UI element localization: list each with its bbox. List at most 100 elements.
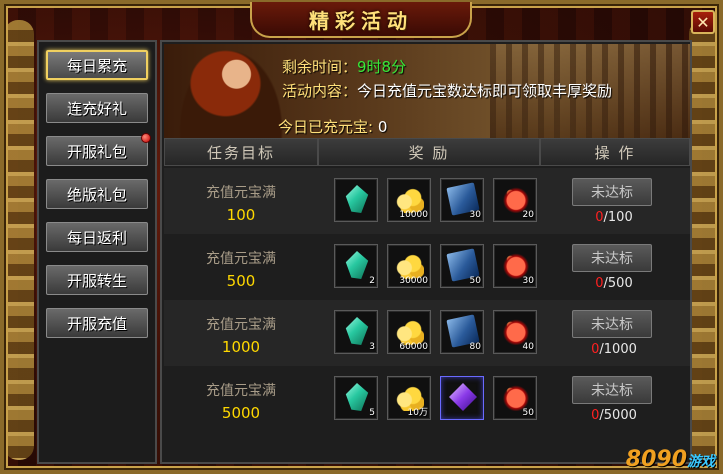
reward-item[interactable]: 5 bbox=[334, 376, 378, 420]
item-qty: 20 bbox=[522, 210, 534, 220]
sidebar-item-consecutive-recharge[interactable]: 连充好礼 bbox=[46, 93, 148, 123]
crystal-icon bbox=[345, 383, 369, 411]
recharge-progress: 0/1000 bbox=[554, 342, 674, 357]
activity-content-label: 活动内容： bbox=[282, 82, 358, 100]
reward-item[interactable]: 50 bbox=[493, 376, 537, 420]
ruby-icon bbox=[502, 251, 530, 279]
reward-item[interactable]: 20 bbox=[493, 178, 537, 222]
sidebar-item-daily-recharge[interactable]: 每日累充 bbox=[46, 50, 148, 80]
reward-item[interactable]: 2 bbox=[334, 244, 378, 288]
remaining-time-label: 剩余时间： bbox=[282, 58, 358, 76]
reward-item[interactable] bbox=[440, 376, 484, 420]
purple-gem-icon bbox=[449, 383, 477, 411]
condition-amount: 1000 bbox=[221, 338, 261, 356]
condition-amount: 500 bbox=[226, 272, 256, 290]
sidebar-item-label: 开服转生 bbox=[66, 271, 127, 290]
reward-item[interactable]: 10000 bbox=[387, 178, 431, 222]
condition-label: 充值元宝满 bbox=[206, 251, 276, 267]
sidebar-item-label: 开服充值 bbox=[66, 314, 127, 333]
window-title-bar: 精彩活动 bbox=[250, 2, 472, 38]
item-qty: 2 bbox=[369, 276, 375, 286]
claim-button[interactable]: 未达标 bbox=[572, 244, 652, 272]
progress-goal: /1000 bbox=[599, 342, 637, 357]
ruby-icon bbox=[502, 185, 530, 213]
sidebar-item-server-rebirth[interactable]: 开服转生 bbox=[46, 265, 148, 295]
progress-goal: /500 bbox=[603, 276, 633, 291]
item-qty: 10万 bbox=[407, 408, 428, 418]
progress-goal: /5000 bbox=[599, 408, 637, 423]
reward-item[interactable]: 30 bbox=[493, 244, 537, 288]
remaining-time-value: 9时8分 bbox=[357, 58, 407, 76]
claim-button[interactable]: 未达标 bbox=[572, 178, 652, 206]
activity-sidebar: 每日累充 连充好礼 开服礼包 绝版礼包 每日返利 开服转生 开服充值 bbox=[37, 40, 157, 464]
sidebar-item-label: 绝版礼包 bbox=[66, 185, 127, 204]
recharge-progress: 0/5000 bbox=[554, 408, 674, 423]
sidebar-item-label: 开服礼包 bbox=[66, 142, 127, 161]
item-qty: 50 bbox=[522, 408, 534, 418]
gold-icon bbox=[396, 317, 424, 345]
progress-current: 0 bbox=[595, 210, 604, 225]
crystal-icon bbox=[345, 317, 369, 345]
today-recharge-line: 今日已充元宝: 0 bbox=[278, 116, 387, 137]
activity-panel: 剩余时间：9时8分 活动内容：今日充值元宝数达标即可领取丰厚奖励 今日已充元宝:… bbox=[160, 40, 692, 464]
reward-item[interactable]: 3 bbox=[334, 310, 378, 354]
recharge-progress: 0/100 bbox=[554, 210, 674, 225]
claim-button[interactable]: 未达标 bbox=[572, 310, 652, 338]
reward-item[interactable]: 30 bbox=[440, 178, 484, 222]
reward-item[interactable]: 60000 bbox=[387, 310, 431, 354]
recharge-progress: 0/500 bbox=[554, 276, 674, 291]
reward-item[interactable]: 40 bbox=[493, 310, 537, 354]
crystal-icon bbox=[345, 185, 369, 213]
header-reward: 奖 励 bbox=[318, 138, 540, 166]
item-qty: 80 bbox=[469, 342, 481, 352]
header-target: 任务目标 bbox=[164, 138, 318, 166]
item-qty: 10000 bbox=[399, 210, 428, 220]
table-row: 充值元宝满 100 10000 30 20 未达标 0/100 bbox=[164, 168, 690, 234]
condition-amount: 100 bbox=[226, 206, 256, 224]
table-row: 充值元宝满 5000 5 10万 50 未达标 0/5000 bbox=[164, 366, 690, 432]
site-watermark: 8090游戏 bbox=[626, 447, 715, 472]
item-qty: 50 bbox=[469, 276, 481, 286]
claim-button[interactable]: 未达标 bbox=[572, 376, 652, 404]
condition-label: 充值元宝满 bbox=[206, 383, 276, 399]
sidebar-item-server-recharge[interactable]: 开服充值 bbox=[46, 308, 148, 338]
item-qty: 3 bbox=[369, 342, 375, 352]
close-button[interactable]: ✕ bbox=[691, 10, 715, 34]
condition-label: 充值元宝满 bbox=[206, 185, 276, 201]
sidebar-item-label: 每日返利 bbox=[66, 228, 127, 247]
item-qty: 30 bbox=[522, 276, 534, 286]
dragon-ornament-right bbox=[689, 20, 719, 460]
watermark-sub: 游戏 bbox=[687, 454, 715, 470]
item-qty: 30 bbox=[469, 210, 481, 220]
progress-current: 0 bbox=[595, 276, 604, 291]
item-qty: 60000 bbox=[399, 342, 428, 352]
notification-dot-icon bbox=[141, 133, 151, 143]
condition-amount: 5000 bbox=[221, 404, 261, 422]
reward-item[interactable]: 10万 bbox=[387, 376, 431, 420]
close-icon: ✕ bbox=[696, 12, 710, 32]
item-qty: 30000 bbox=[399, 276, 428, 286]
gold-icon bbox=[396, 251, 424, 279]
banner-heroine-art bbox=[176, 46, 286, 140]
window-title: 精彩活动 bbox=[309, 8, 413, 33]
ruby-icon bbox=[502, 383, 530, 411]
progress-goal: /100 bbox=[603, 210, 633, 225]
sidebar-item-label: 每日累充 bbox=[66, 56, 127, 75]
crystal-icon bbox=[345, 251, 369, 279]
activity-banner: 剩余时间：9时8分 活动内容：今日充值元宝数达标即可领取丰厚奖励 今日已充元宝:… bbox=[164, 44, 690, 140]
reward-item[interactable]: 50 bbox=[440, 244, 484, 288]
reward-item[interactable] bbox=[334, 178, 378, 222]
activity-content-line: 活动内容：今日充值元宝数达标即可领取丰厚奖励 bbox=[282, 80, 612, 101]
reward-item[interactable]: 30000 bbox=[387, 244, 431, 288]
sidebar-item-daily-rebate[interactable]: 每日返利 bbox=[46, 222, 148, 252]
watermark-brand: 8090 bbox=[625, 447, 687, 472]
reward-item[interactable]: 80 bbox=[440, 310, 484, 354]
item-qty: 5 bbox=[369, 408, 375, 418]
ruby-icon bbox=[502, 317, 530, 345]
gold-icon bbox=[396, 185, 424, 213]
sidebar-item-label: 连充好礼 bbox=[66, 99, 127, 118]
sidebar-item-server-gift[interactable]: 开服礼包 bbox=[46, 133, 151, 166]
remaining-time-line: 剩余时间：9时8分 bbox=[282, 56, 406, 77]
activity-content-value: 今日充值元宝数达标即可领取丰厚奖励 bbox=[357, 82, 613, 100]
sidebar-item-limited-gift[interactable]: 绝版礼包 bbox=[46, 179, 148, 209]
